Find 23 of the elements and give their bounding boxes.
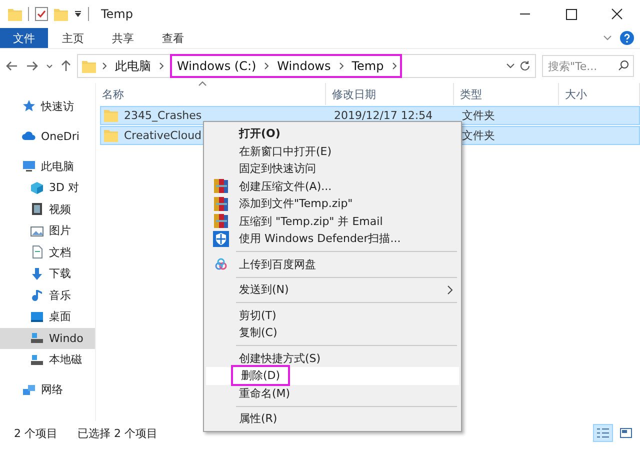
menu-label: 固定到快速访问 (238, 161, 317, 178)
menu-label: 压缩到 "Temp.zip" 并 Email (238, 214, 384, 230)
menu-label: 发送到(N) (238, 282, 290, 298)
menu-label: 添加到文件"Temp.zip" (238, 196, 354, 212)
menu-label: 复制(C) (238, 325, 278, 342)
menu-label: 重命名(M) (238, 386, 292, 402)
menu-label: 创建压缩文件(A)... (238, 178, 333, 195)
modified-date: 2019/12/17 12:54 (334, 109, 433, 122)
file-name: CreativeCloud (124, 129, 202, 142)
menu-label: 使用 Windows Defender扫描... (238, 231, 402, 248)
file-type: 文件夹 (462, 108, 495, 123)
menu-label: 上传到百度网盘 (238, 256, 317, 273)
menu-label: 剪切(T) (238, 308, 278, 324)
menu-label: 在新窗口中打开(E) (238, 144, 333, 160)
window-title: Temp (101, 7, 133, 21)
selection-count: 已选择 2 个项目 (78, 426, 158, 440)
menu-label: 删除(D) (240, 368, 282, 384)
item-count: 2 个项目 (14, 426, 58, 440)
file-type: 文件夹 (462, 128, 495, 143)
menu-label: 打开(O) (238, 126, 282, 142)
menu-label: 属性(R) (238, 411, 278, 428)
file-name: 2345_Crashes (124, 109, 202, 122)
menu-label: 创建快捷方式(S) (238, 350, 322, 367)
